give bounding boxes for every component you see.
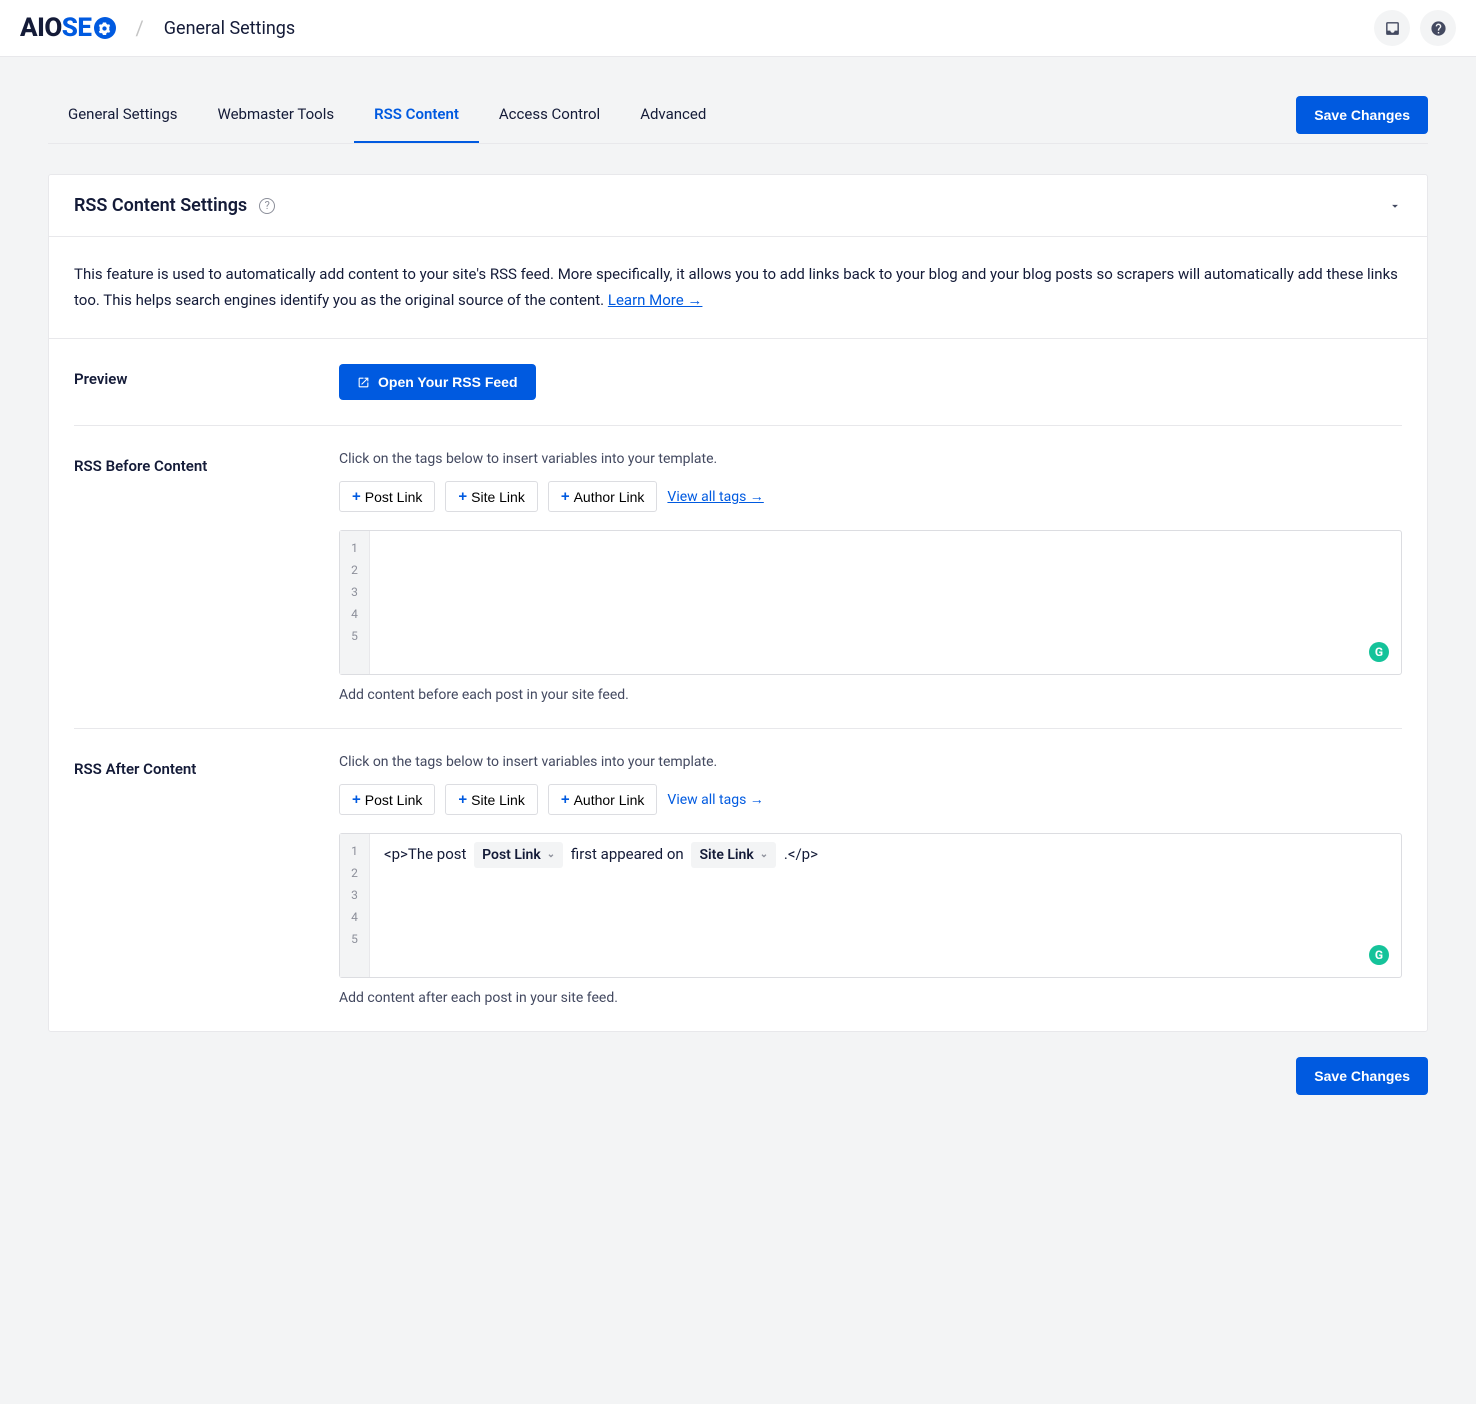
chevron-down-icon: ⌄ [760, 844, 768, 866]
help-icon-button[interactable] [1420, 10, 1456, 46]
tab-access-control[interactable]: Access Control [479, 87, 620, 143]
tab-webmaster-tools[interactable]: Webmaster Tools [198, 87, 355, 143]
before-view-all-tags-link[interactable]: View all tags → [667, 488, 763, 505]
rss-settings-card: RSS Content Settings ? This feature is u… [48, 174, 1428, 1032]
grammarly-icon: G [1369, 945, 1389, 965]
logo-gear-icon [94, 17, 116, 39]
card-header[interactable]: RSS Content Settings ? [49, 175, 1427, 237]
after-view-all-tags-link[interactable]: View all tags → [667, 791, 763, 808]
after-content-editor[interactable]: 12345 <p>The post Post Link⌄ first appea… [339, 833, 1402, 978]
learn-more-link[interactable]: Learn More → [608, 291, 703, 309]
save-changes-bottom-button[interactable]: Save Changes [1296, 1057, 1428, 1095]
before-tag-post-link[interactable]: +Post Link [339, 481, 435, 512]
preview-label: Preview [74, 364, 339, 400]
save-changes-top-button[interactable]: Save Changes [1296, 96, 1428, 134]
tab-rss-content[interactable]: RSS Content [354, 87, 479, 143]
before-helper: Add content before each post in your sit… [339, 687, 1402, 703]
line-gutter: 12345 [340, 834, 370, 977]
inline-tag-site-link[interactable]: Site Link⌄ [691, 842, 776, 868]
before-content-editor[interactable]: 12345 G [339, 530, 1402, 675]
before-hint: Click on the tags below to insert variab… [339, 451, 1402, 467]
logo: AIOSE [20, 13, 116, 43]
logo-text-left: AIO [20, 13, 62, 43]
tab-bar: General Settings Webmaster Tools RSS Con… [48, 87, 1428, 144]
open-rss-feed-button[interactable]: Open Your RSS Feed [339, 364, 536, 400]
card-title: RSS Content Settings [74, 195, 247, 216]
after-hint: Click on the tags below to insert variab… [339, 754, 1402, 770]
page-title: General Settings [164, 18, 295, 39]
before-tag-author-link[interactable]: +Author Link [548, 481, 658, 512]
after-tag-author-link[interactable]: +Author Link [548, 784, 658, 815]
line-gutter: 12345 [340, 531, 370, 674]
external-link-icon [357, 376, 370, 389]
help-tooltip-icon[interactable]: ? [259, 198, 275, 214]
grammarly-icon: G [1369, 642, 1389, 662]
inbox-icon-button[interactable] [1374, 10, 1410, 46]
rss-before-label: RSS Before Content [74, 451, 339, 703]
before-tag-site-link[interactable]: +Site Link [445, 481, 537, 512]
after-tag-post-link[interactable]: +Post Link [339, 784, 435, 815]
card-description: This feature is used to automatically ad… [74, 262, 1402, 313]
tab-advanced[interactable]: Advanced [620, 87, 726, 143]
rss-after-label: RSS After Content [74, 754, 339, 1006]
breadcrumb-separator: / [136, 16, 144, 40]
chevron-down-icon: ⌄ [547, 844, 555, 866]
after-tag-site-link[interactable]: +Site Link [445, 784, 537, 815]
tab-general-settings[interactable]: General Settings [48, 87, 198, 143]
after-helper: Add content after each post in your site… [339, 990, 1402, 1006]
chevron-down-icon [1388, 199, 1402, 213]
logo-text-right: SE [62, 13, 92, 43]
inline-tag-post-link[interactable]: Post Link⌄ [474, 842, 563, 868]
